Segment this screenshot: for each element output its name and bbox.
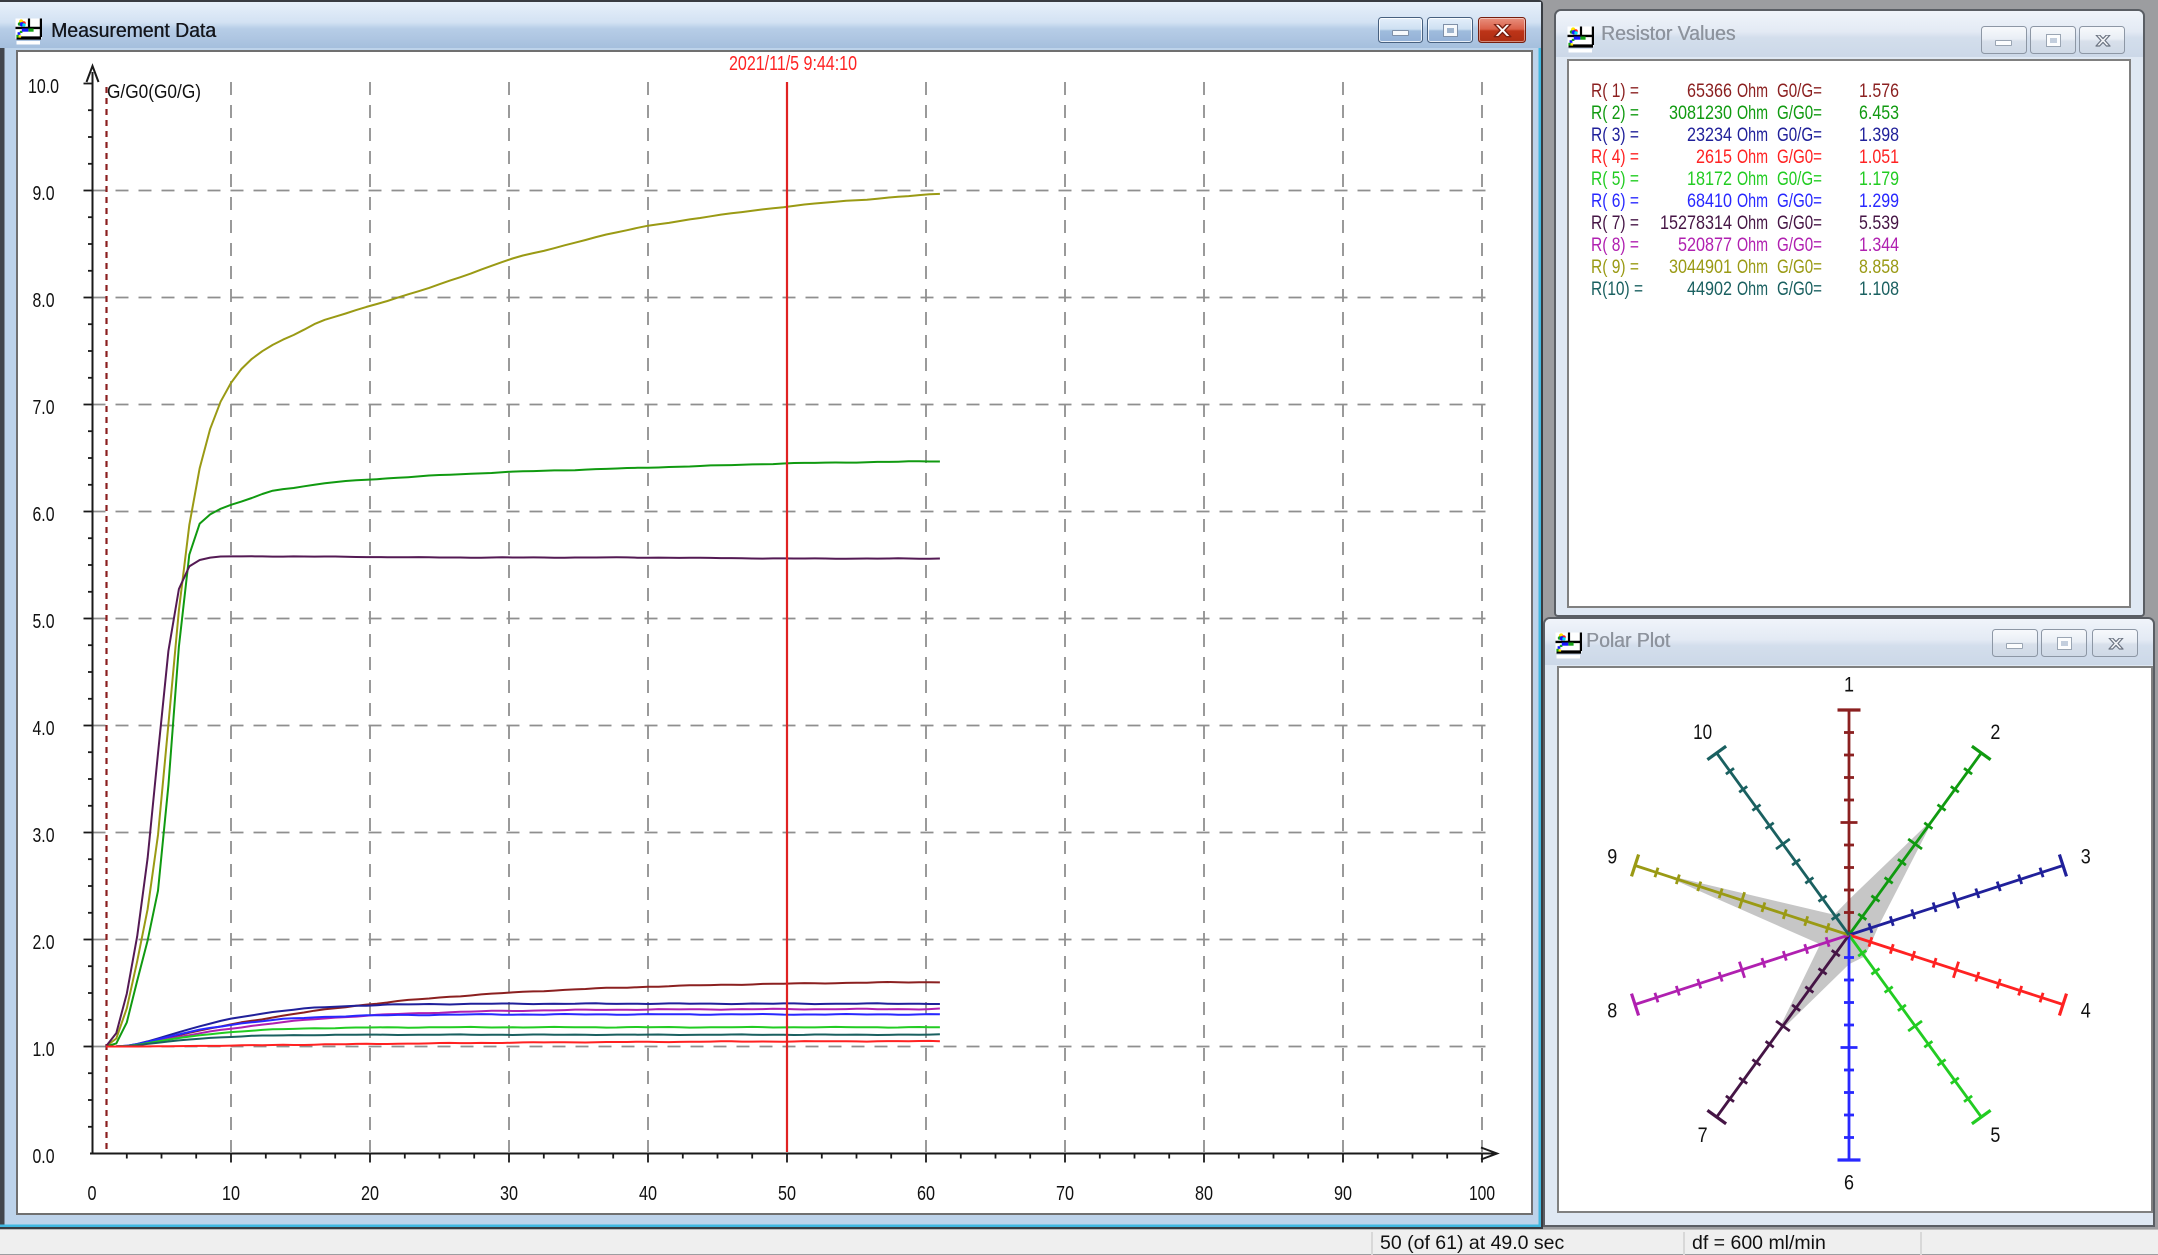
svg-text:7.0: 7.0 — [33, 397, 55, 419]
svg-text:Ohm: Ohm — [1737, 80, 1768, 102]
svg-text:G/G0=: G/G0= — [1777, 212, 1822, 234]
svg-text:R( 4) =: R( 4) = — [1591, 146, 1639, 168]
svg-text:R( 8) =: R( 8) = — [1591, 234, 1639, 256]
svg-text:G/G0(G0/G): G/G0(G0/G) — [107, 82, 201, 103]
svg-text:Ohm: Ohm — [1737, 124, 1768, 146]
svg-text:60: 60 — [917, 1183, 935, 1205]
svg-text:1.299: 1.299 — [1859, 190, 1899, 212]
svg-text:R( 2) =: R( 2) = — [1591, 102, 1639, 124]
svg-text:8: 8 — [1607, 999, 1617, 1022]
svg-text:G/G0=: G/G0= — [1777, 102, 1822, 124]
svg-text:1.051: 1.051 — [1859, 146, 1899, 168]
svg-text:Ohm: Ohm — [1737, 168, 1768, 190]
svg-text:9: 9 — [1607, 846, 1617, 869]
svg-text:R(10) =: R(10) = — [1591, 278, 1643, 300]
svg-text:50: 50 — [778, 1183, 796, 1205]
svg-text:8.0: 8.0 — [33, 290, 55, 312]
svg-text:4: 4 — [2081, 999, 2091, 1022]
svg-text:3: 3 — [2081, 846, 2091, 869]
svg-text:Ohm: Ohm — [1737, 190, 1768, 212]
svg-text:30: 30 — [500, 1183, 518, 1205]
svg-text:1.108: 1.108 — [1859, 278, 1899, 300]
svg-text:4.0: 4.0 — [33, 718, 55, 740]
svg-text:40: 40 — [639, 1183, 657, 1205]
svg-text:Ohm: Ohm — [1737, 234, 1768, 256]
svg-text:G/G0=: G/G0= — [1777, 146, 1822, 168]
svg-text:1.576: 1.576 — [1859, 80, 1899, 102]
svg-text:1.0: 1.0 — [33, 1039, 55, 1061]
svg-text:90: 90 — [1334, 1183, 1352, 1205]
svg-text:3081230: 3081230 — [1669, 102, 1732, 124]
svg-text:6: 6 — [1844, 1172, 1854, 1195]
svg-text:0: 0 — [88, 1183, 97, 1205]
svg-text:Ohm: Ohm — [1737, 212, 1768, 234]
svg-text:7: 7 — [1698, 1124, 1708, 1147]
svg-text:R( 7) =: R( 7) = — [1591, 212, 1639, 234]
svg-text:68410: 68410 — [1687, 190, 1732, 212]
svg-text:5.0: 5.0 — [33, 611, 55, 633]
svg-text:3044901: 3044901 — [1669, 256, 1732, 278]
svg-text:15278314: 15278314 — [1660, 212, 1732, 234]
svg-text:Ohm: Ohm — [1737, 256, 1768, 278]
svg-text:Ohm: Ohm — [1737, 146, 1768, 168]
svg-text:R( 9) =: R( 9) = — [1591, 256, 1639, 278]
svg-text:1.398: 1.398 — [1859, 124, 1899, 146]
svg-text:G/G0=: G/G0= — [1777, 234, 1822, 256]
svg-text:20: 20 — [361, 1183, 379, 1205]
svg-text:1.344: 1.344 — [1859, 234, 1899, 256]
svg-text:G/G0=: G/G0= — [1777, 190, 1822, 212]
svg-text:44902: 44902 — [1687, 278, 1732, 300]
svg-text:1: 1 — [1844, 674, 1854, 697]
svg-text:23234: 23234 — [1687, 124, 1732, 146]
svg-text:G0/G=: G0/G= — [1777, 80, 1822, 102]
svg-text:0.0: 0.0 — [33, 1146, 55, 1168]
svg-text:5: 5 — [1990, 1124, 2000, 1147]
svg-text:10: 10 — [1693, 721, 1712, 744]
svg-text:5.539: 5.539 — [1859, 212, 1899, 234]
svg-text:R( 6) =: R( 6) = — [1591, 190, 1639, 212]
svg-text:65366: 65366 — [1687, 80, 1732, 102]
svg-text:Ohm: Ohm — [1737, 102, 1768, 124]
svg-text:520877: 520877 — [1678, 234, 1732, 256]
svg-text:2021/11/5 9:44:10: 2021/11/5 9:44:10 — [729, 53, 857, 75]
svg-text:2.0: 2.0 — [33, 932, 55, 954]
svg-text:1.179: 1.179 — [1859, 168, 1899, 190]
svg-text:6.0: 6.0 — [33, 504, 55, 526]
svg-text:70: 70 — [1056, 1183, 1074, 1205]
svg-text:G/G0=: G/G0= — [1777, 256, 1822, 278]
svg-text:100: 100 — [1469, 1183, 1495, 1205]
svg-text:G/G0=: G/G0= — [1777, 278, 1822, 300]
svg-text:Ohm: Ohm — [1737, 278, 1768, 300]
svg-text:R( 1) =: R( 1) = — [1591, 80, 1639, 102]
svg-text:80: 80 — [1195, 1183, 1213, 1205]
svg-text:18172: 18172 — [1687, 168, 1732, 190]
svg-text:10: 10 — [222, 1183, 240, 1205]
svg-text:6.453: 6.453 — [1859, 102, 1899, 124]
svg-text:G0/G=: G0/G= — [1777, 168, 1822, 190]
svg-text:10.0: 10.0 — [28, 76, 59, 98]
svg-text:9.0: 9.0 — [33, 183, 55, 205]
svg-text:G0/G=: G0/G= — [1777, 124, 1822, 146]
svg-text:3.0: 3.0 — [33, 825, 55, 847]
svg-text:2615: 2615 — [1696, 146, 1732, 168]
svg-text:8.858: 8.858 — [1859, 256, 1899, 278]
svg-text:R( 3) =: R( 3) = — [1591, 124, 1639, 146]
svg-text:2: 2 — [1990, 721, 2000, 744]
svg-text:R( 5) =: R( 5) = — [1591, 168, 1639, 190]
